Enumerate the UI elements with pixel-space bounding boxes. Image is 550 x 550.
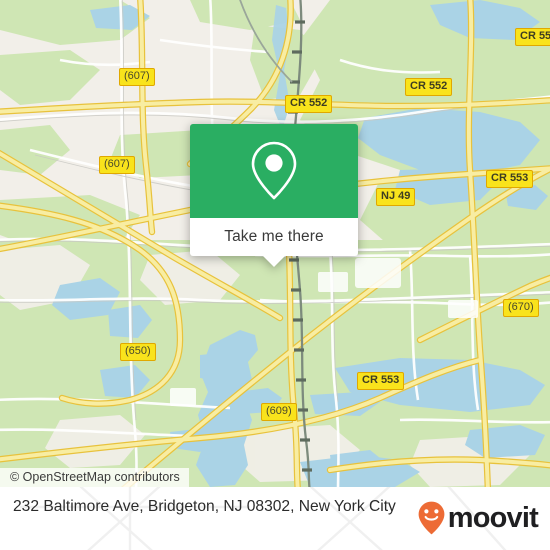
- road-shield: (650): [120, 343, 156, 361]
- map-screenshot: CR 55 (607) CR 552 CR 552 (607) CR 553 NJ 49 (6…: [0, 0, 550, 550]
- road-shield: CR 553: [486, 170, 534, 188]
- moovit-logo: moovit: [418, 501, 539, 535]
- footer-bar: 232 Baltimore Ave, Bridgeton, NJ 08302, …: [0, 487, 550, 550]
- road-shield: (609): [261, 403, 297, 421]
- take-me-there-label: Take me there: [224, 228, 324, 245]
- map-pin-icon: [251, 141, 297, 200]
- popup-tail: [262, 255, 286, 267]
- road-shield: (607): [99, 156, 135, 174]
- popup-icon-area: [190, 124, 358, 218]
- road-shield: CR 55: [515, 28, 550, 46]
- moovit-pin-smile-icon: [418, 501, 445, 535]
- road-shield: NJ 49: [376, 188, 416, 206]
- map-popup-card[interactable]: Take me there: [190, 124, 358, 267]
- road-shield: CR 552: [405, 78, 453, 96]
- moovit-wordmark: moovit: [447, 501, 539, 534]
- address-text: 232 Baltimore Ave, Bridgeton, NJ 08302, …: [13, 498, 396, 515]
- road-shield: CR 552: [285, 95, 333, 113]
- road-shield: CR 553: [357, 372, 405, 390]
- road-shield: (670): [503, 299, 539, 317]
- road-shield: (607): [119, 68, 155, 86]
- osm-attribution: © OpenStreetMap contributors: [0, 468, 189, 487]
- popup-action-area[interactable]: Take me there: [190, 218, 358, 267]
